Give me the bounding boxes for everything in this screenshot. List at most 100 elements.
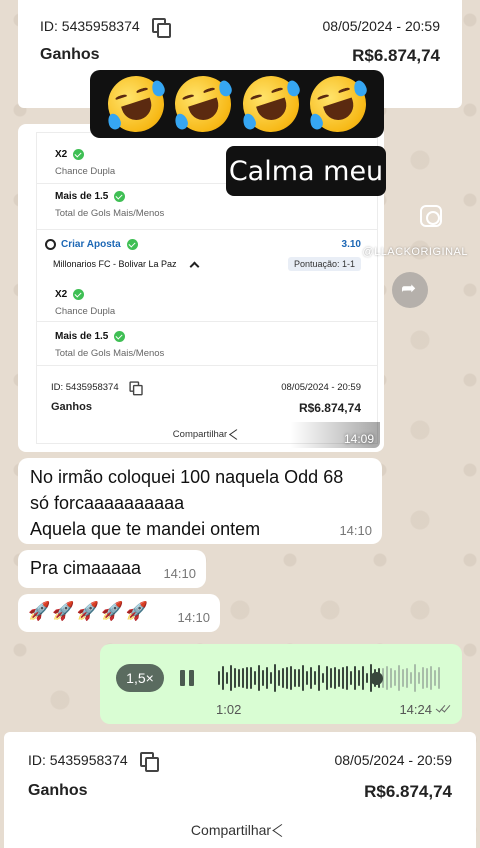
selection-2: Mais de 1.5 Total de Gols Mais/Menos [55,191,164,219]
criar-aposta-label: Criar Aposta [61,239,121,250]
waveform-bar [426,668,428,688]
waveform-bar [290,666,292,690]
waveform-bar [266,667,268,689]
waveform-bar [418,671,420,685]
message-time: 14:09 [343,432,374,446]
waveform-bar [234,667,236,689]
incoming-message[interactable]: No irmão coloquei 100 naquela Odd 68 só … [18,458,382,544]
bet-date: 08/05/2024 - 20:59 [281,381,361,393]
waveform-bar [274,664,276,692]
selection-3: X2 Chance Dupla [55,289,115,317]
pause-icon[interactable] [180,670,196,686]
incoming-message[interactable]: Pra cimaaaaa 14:10 [18,550,206,588]
check-icon [73,149,85,160]
inner-id-row: ID: 5435958374 08/05/2024 - 20:59 [51,379,361,396]
bet-id: ID: 5435958374 [51,381,119,393]
bottom-bet-card: ID: 5435958374 08/05/2024 - 20:59 Ganhos… [4,732,476,848]
message-time: 14:10 [339,523,372,538]
waveform-bar [430,665,432,691]
match-row: Millonarios FC - Bolivar La Paz Pontuaçã… [53,257,361,271]
waveform-bar [238,668,240,688]
waveform-bar [314,671,316,685]
rolling-laughing-emoji-icon [167,68,239,140]
waveform-bar [366,673,368,683]
waveform-bar [330,667,332,689]
waveform-bar [406,667,408,689]
waveform-bar [230,664,232,692]
waveform-bar [246,666,248,690]
ganhos-amount: R$6.874,74 [298,401,361,415]
message-time: 14:24 [399,702,432,717]
waveform-bar [422,666,424,690]
waveform-bar [414,664,416,692]
waveform-bar [394,669,396,687]
selection-title: Mais de 1.5 [55,191,109,202]
waveform-bar [338,669,340,687]
caption-sticker: Calma meu [226,146,386,196]
chevron-up-icon [189,261,199,271]
criar-aposta-row: Criar Aposta 3.10 [45,239,361,250]
waveform-bar [278,670,280,686]
instagram-handle: @LLACKORIGINAL [362,246,468,258]
rocket-emojis: 🚀🚀🚀🚀🚀 [28,601,151,621]
message-line: Aquela que te mandei ontem [30,519,261,539]
forward-button[interactable] [392,272,428,308]
voice-note-message[interactable]: 1,5× 1:02 14:24 [100,644,462,724]
check-icon [114,331,126,342]
check-icon [114,191,126,202]
check-icon [126,239,138,250]
selection-title: Mais de 1.5 [55,331,109,342]
ganhos-label: Ganhos [28,782,88,799]
playback-scrubber[interactable] [370,672,383,685]
selection-title: X2 [55,289,68,300]
copy-icon[interactable] [151,18,171,38]
message-line: só forcaaaaaaaaaa [30,493,185,513]
rolling-laughing-emoji-icon [235,68,307,140]
waveform-bar [398,664,400,691]
waveform-bar [254,671,256,685]
playback-speed-button[interactable]: 1,5× [116,664,164,692]
waveform-bar [326,665,328,691]
waveform-bar [390,667,392,689]
waveform-bar [286,667,288,689]
waveform-bar [322,672,324,684]
waveform-bar [282,667,284,689]
selection-subtitle: Total de Gols Mais/Menos [55,348,165,359]
waveform-bar [358,669,360,687]
waveform-bar [242,667,244,689]
waveform-bar [258,664,260,692]
waveform[interactable] [218,662,446,694]
ganhos-label: Ganhos [51,401,92,413]
copy-icon[interactable] [139,752,159,772]
waveform-bar [294,668,296,688]
bottom-bet-id-row: ID: 5435958374 08/05/2024 - 20:59 [28,752,452,772]
waveform-bar [226,672,228,684]
divider [37,321,377,322]
soccer-ball-icon [45,239,56,250]
waveform-bar [354,665,356,691]
selection-1: X2 Chance Dupla [55,149,115,177]
match-name: Millonarios FC - Bolivar La Paz [53,259,177,269]
message-time: 14:10 [163,566,196,581]
selection-title: X2 [55,149,68,160]
waveform-bar [262,670,264,686]
waveform-bar [310,667,312,689]
bet-id: ID: 5435958374 [40,18,140,34]
divider [37,229,377,230]
waveform-bar [218,671,220,685]
bet-date: 08/05/2024 - 20:59 [334,752,452,768]
ganhos-amount: R$6.874,74 [364,782,452,801]
message-line: No irmão coloquei 100 naquela Odd 68 [30,467,344,487]
share-label: Compartilhar [172,429,228,440]
voice-duration: 1:02 [216,702,242,717]
waveform-bar [250,666,252,690]
waveform-bar [318,664,320,692]
rolling-laughing-emoji-icon [302,68,374,140]
message-time: 14:10 [177,610,210,625]
pontuacao-badge: Pontuação: 1-1 [287,257,361,271]
incoming-message[interactable]: 🚀🚀🚀🚀🚀 14:10 [18,594,220,632]
waveform-bar [298,668,300,688]
waveform-bar [342,666,344,690]
share-button[interactable]: Compartilhar [4,822,476,838]
check-icon [73,289,85,300]
